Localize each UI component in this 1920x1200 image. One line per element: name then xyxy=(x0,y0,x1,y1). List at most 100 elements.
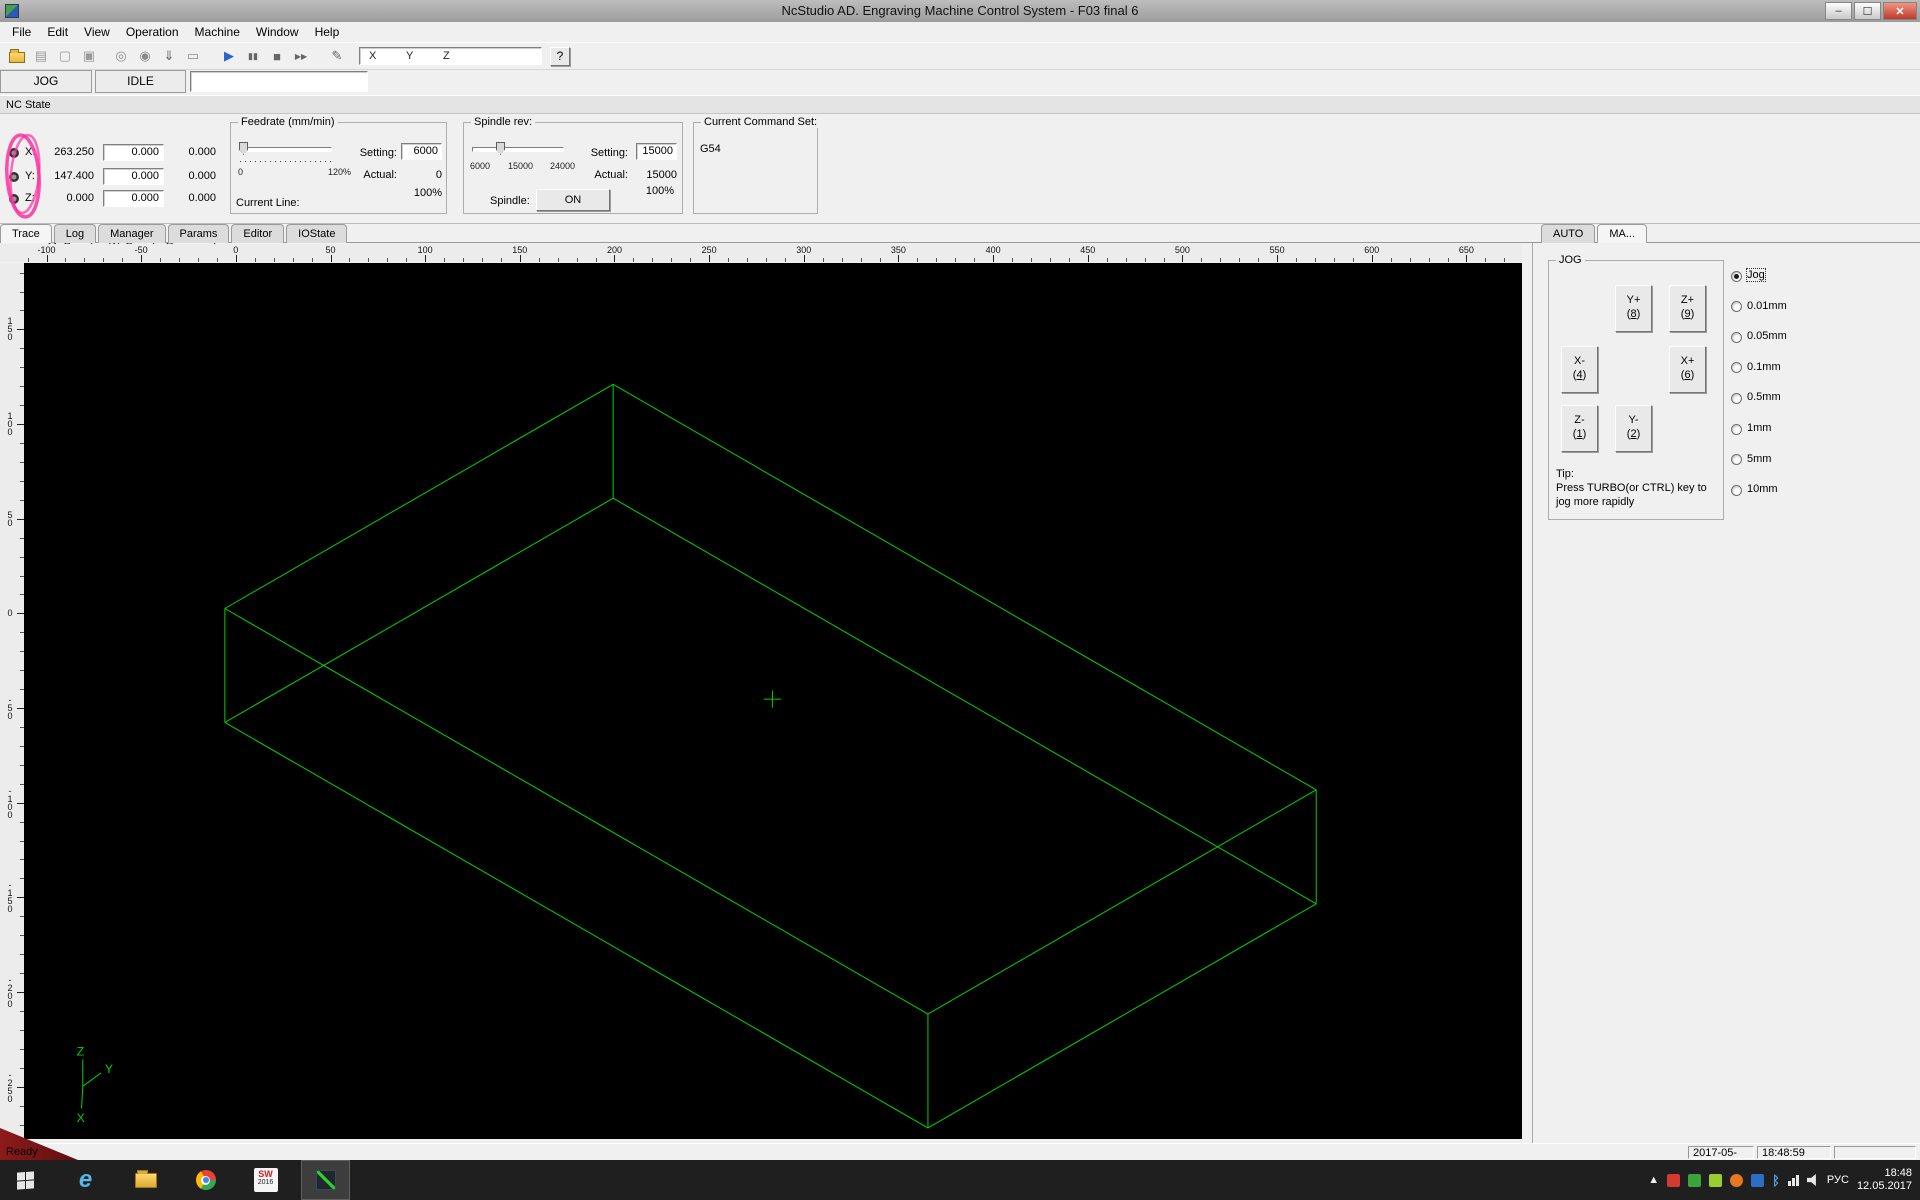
tab-trace[interactable]: Trace xyxy=(0,224,52,243)
tray-orange-icon[interactable] xyxy=(1730,1173,1744,1187)
taskbar-explorer-button[interactable] xyxy=(121,1160,170,1200)
view-toggle-button[interactable]: ▤ xyxy=(29,45,53,67)
h-ruler-tick xyxy=(1466,255,1468,262)
menu-operation[interactable]: Operation xyxy=(118,25,187,39)
taskbar-solidworks-button[interactable]: SW 2016 xyxy=(241,1160,290,1200)
edit-button[interactable]: ✎ xyxy=(325,45,349,67)
open-file-icon xyxy=(9,49,25,63)
tray-green-icon[interactable] xyxy=(1688,1173,1702,1187)
ncstudio-icon xyxy=(315,1170,336,1190)
quickview-axis-y: Y xyxy=(406,50,414,62)
solidworks-icon: SW 2016 xyxy=(253,1168,278,1192)
trace-viewport[interactable]: Z Y X xyxy=(24,263,1522,1139)
minimize-button[interactable]: – xyxy=(1825,2,1852,20)
volume-icon[interactable] xyxy=(1806,1174,1816,1186)
jog-button-yminus[interactable]: Y- (2) xyxy=(1615,405,1652,452)
jog-button-key-label: (1) xyxy=(1572,428,1587,440)
menu-help[interactable]: Help xyxy=(307,25,348,39)
tab-log[interactable]: Log xyxy=(53,224,97,243)
menu-machine[interactable]: Machine xyxy=(187,25,248,39)
simulate-run-button[interactable]: ◉ xyxy=(133,45,157,67)
vertical-ruler: 1 5 01 0 05 00- 5 0- 1 0 0- 1 5 0- 2 0 0… xyxy=(0,263,24,1139)
work-coord-field[interactable]: 0.000 xyxy=(103,190,164,207)
h-ruler-tick xyxy=(1201,258,1203,262)
single-block-button[interactable]: ▶▶ xyxy=(289,45,313,67)
system-tray: ▲ ᛒ РУС 18:48 12.05.2017 xyxy=(1648,1160,1912,1200)
menu-edit[interactable]: Edit xyxy=(39,25,76,39)
h-ruler-tick xyxy=(955,258,957,262)
spindle-group: Spindle rev: 6000 15000 24000 Setting: 1… xyxy=(463,116,683,214)
h-ruler-tick xyxy=(1106,258,1108,262)
taskbar-clock[interactable]: 18:48 12.05.2017 xyxy=(1857,1167,1912,1193)
menu-view[interactable]: View xyxy=(76,25,118,39)
work-coord-field[interactable]: 0.000 xyxy=(103,168,164,185)
close-button[interactable]: ✕ xyxy=(1883,2,1917,20)
h-ruler-tick xyxy=(254,258,256,262)
menu-window[interactable]: Window xyxy=(248,25,307,39)
open-file-button[interactable] xyxy=(5,45,29,67)
h-ruler-tick xyxy=(1504,258,1506,262)
tab-iostate[interactable]: IOState xyxy=(286,224,348,243)
tab-auto[interactable]: AUTO xyxy=(1541,224,1596,243)
step-radio-label: 0.5mm xyxy=(1747,391,1781,404)
coordinate-quick-view[interactable]: X Y Z xyxy=(359,47,542,65)
spindle-slider-track[interactable] xyxy=(472,147,564,152)
h-ruler-tick xyxy=(84,258,86,262)
h-ruler-tick xyxy=(576,258,578,262)
axis-indicator-icon xyxy=(9,148,19,158)
tab-editor[interactable]: Editor xyxy=(231,224,285,243)
jog-button-zminus[interactable]: Z- (1) xyxy=(1561,405,1598,452)
screen-button[interactable]: ▭ xyxy=(181,45,205,67)
taskbar-ncstudio-button[interactable] xyxy=(301,1160,350,1200)
h-ruler-tick xyxy=(765,258,767,262)
maximize-button[interactable]: ☐ xyxy=(1854,2,1881,20)
taskbar-chrome-button[interactable] xyxy=(181,1160,230,1200)
help-button[interactable]: ? xyxy=(550,46,570,66)
h-ruler-label: 100 xyxy=(417,245,433,255)
feedrate-slider-track[interactable] xyxy=(240,147,332,152)
ie-icon: e xyxy=(78,1166,93,1193)
language-indicator[interactable]: РУС xyxy=(1827,1174,1849,1186)
feedrate-setting-input[interactable]: 6000 xyxy=(401,143,442,160)
simulate-button[interactable]: ◎ xyxy=(109,45,133,67)
step-radio-jog[interactable] xyxy=(1731,270,1742,282)
load-program-button[interactable]: ⇓ xyxy=(157,45,181,67)
spindle-slider-thumb[interactable] xyxy=(496,142,505,155)
window-normal-button[interactable]: ▢ xyxy=(53,45,77,67)
tab-ma[interactable]: MA... xyxy=(1597,224,1648,243)
axis-tripod-line xyxy=(83,1073,101,1086)
tray-blue-icon[interactable] xyxy=(1751,1173,1765,1187)
taskbar-ie-button[interactable]: e xyxy=(61,1160,110,1200)
bluetooth-icon[interactable]: ᛒ xyxy=(1772,1173,1780,1188)
tray-red-icon[interactable] xyxy=(1667,1173,1681,1187)
jog-button-zplus[interactable]: Z+ (9) xyxy=(1669,285,1706,332)
machine-coord-value: 0.000 xyxy=(66,192,94,204)
start-button[interactable]: ▶ xyxy=(217,45,241,67)
step-radio-1mm[interactable] xyxy=(1731,423,1742,435)
window-trace-button[interactable]: ▣ xyxy=(77,45,101,67)
tray-yellow-icon[interactable] xyxy=(1709,1173,1723,1187)
jog-button-xplus[interactable]: X+ (6) xyxy=(1669,346,1706,393)
feedrate-slider-thumb[interactable] xyxy=(239,142,248,155)
step-radio-10mm[interactable] xyxy=(1731,484,1742,496)
jog-button-yplus[interactable]: Y+ (8) xyxy=(1615,285,1652,332)
status-bar: Ready 2017-05-12 18:48:59 xyxy=(0,1143,1920,1171)
load-program-icon: ⇓ xyxy=(163,48,175,63)
command-entry-field[interactable] xyxy=(190,71,368,92)
tab-params[interactable]: Params xyxy=(167,224,230,243)
mode-tab-jog[interactable]: JOG xyxy=(0,70,92,93)
work-coord-field[interactable]: 0.000 xyxy=(103,144,164,161)
jog-tip-line: Tip: xyxy=(1556,468,1574,480)
network-icon[interactable] xyxy=(1787,1174,1799,1186)
jog-button-xminus[interactable]: X- (4) xyxy=(1561,346,1598,393)
step-radio-0.05mm[interactable] xyxy=(1731,331,1742,343)
pause-button[interactable]: ▮▮ xyxy=(241,45,265,67)
step-radio-0.5mm[interactable] xyxy=(1731,392,1742,404)
start-button[interactable] xyxy=(0,1160,50,1200)
tray-caret-icon[interactable]: ▲ xyxy=(1648,1174,1659,1186)
spindle-on-button[interactable]: ON xyxy=(536,189,610,211)
spindle-setting-input[interactable]: 15000 xyxy=(636,143,677,160)
menu-file[interactable]: File xyxy=(4,25,39,39)
tab-manager[interactable]: Manager xyxy=(98,224,166,243)
stop-button[interactable]: ■ xyxy=(265,45,289,67)
